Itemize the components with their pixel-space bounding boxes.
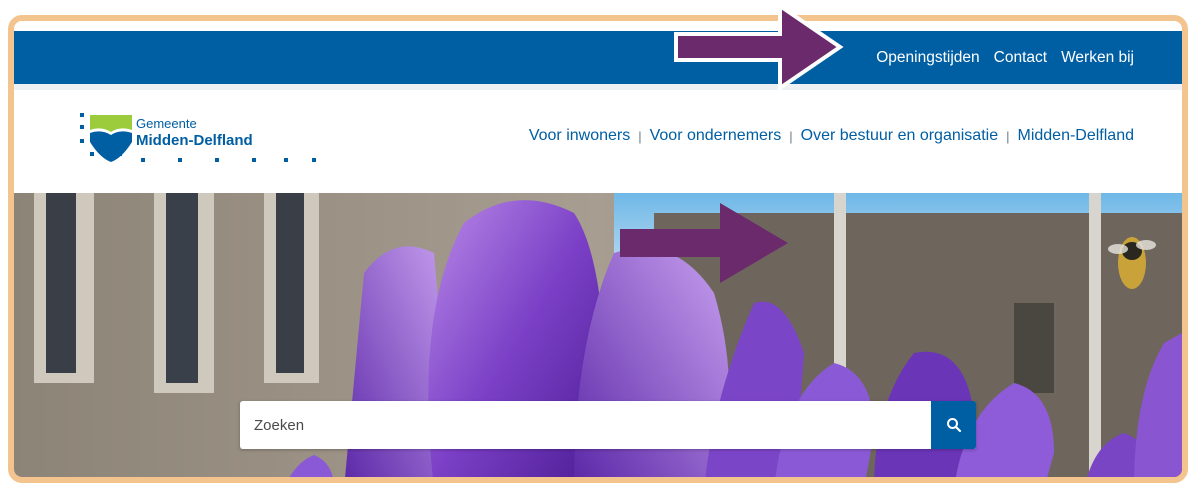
screenshot-frame: Openingstijden Contact Werken bij Gemeen… [8, 15, 1188, 483]
utility-link-werken-bij[interactable]: Werken bij [1061, 49, 1134, 67]
nav-over-bestuur[interactable]: Over bestuur en organisatie [801, 127, 998, 145]
nav-voor-ondernemers[interactable]: Voor ondernemers [650, 127, 782, 145]
utility-nav: Openingstijden Contact Werken bij [876, 31, 1134, 84]
search-bar [240, 401, 976, 449]
annotation-arrow-icon [620, 203, 788, 283]
site-logo[interactable]: Gemeente Midden-Delfland [80, 112, 316, 172]
nav-voor-inwoners[interactable]: Voor inwoners [529, 127, 630, 145]
nav-separator: | [638, 128, 642, 144]
utility-link-openingstijden[interactable]: Openingstijden [876, 49, 979, 67]
municipality-shield-icon [80, 113, 132, 162]
nav-separator: | [1006, 128, 1010, 144]
utility-bar: Openingstijden Contact Werken bij [14, 31, 1182, 84]
annotation-arrow-icon [674, 4, 844, 90]
logo-dots [141, 158, 316, 162]
logo-text-name: Midden-Delfland [136, 132, 253, 149]
search-icon [946, 418, 961, 433]
site-header: Gemeente Midden-Delfland Voor inwoners |… [14, 84, 1182, 193]
top-spacer [14, 21, 1182, 31]
search-button[interactable] [931, 401, 976, 449]
main-nav: Voor inwoners | Voor ondernemers | Over … [529, 127, 1134, 145]
hero-image [14, 193, 1182, 477]
logo-text-gemeente: Gemeente [136, 116, 197, 131]
nav-separator: | [789, 128, 793, 144]
utility-link-contact[interactable]: Contact [994, 49, 1047, 67]
search-input[interactable] [240, 401, 931, 449]
nav-midden-delfland[interactable]: Midden-Delfland [1017, 127, 1134, 145]
